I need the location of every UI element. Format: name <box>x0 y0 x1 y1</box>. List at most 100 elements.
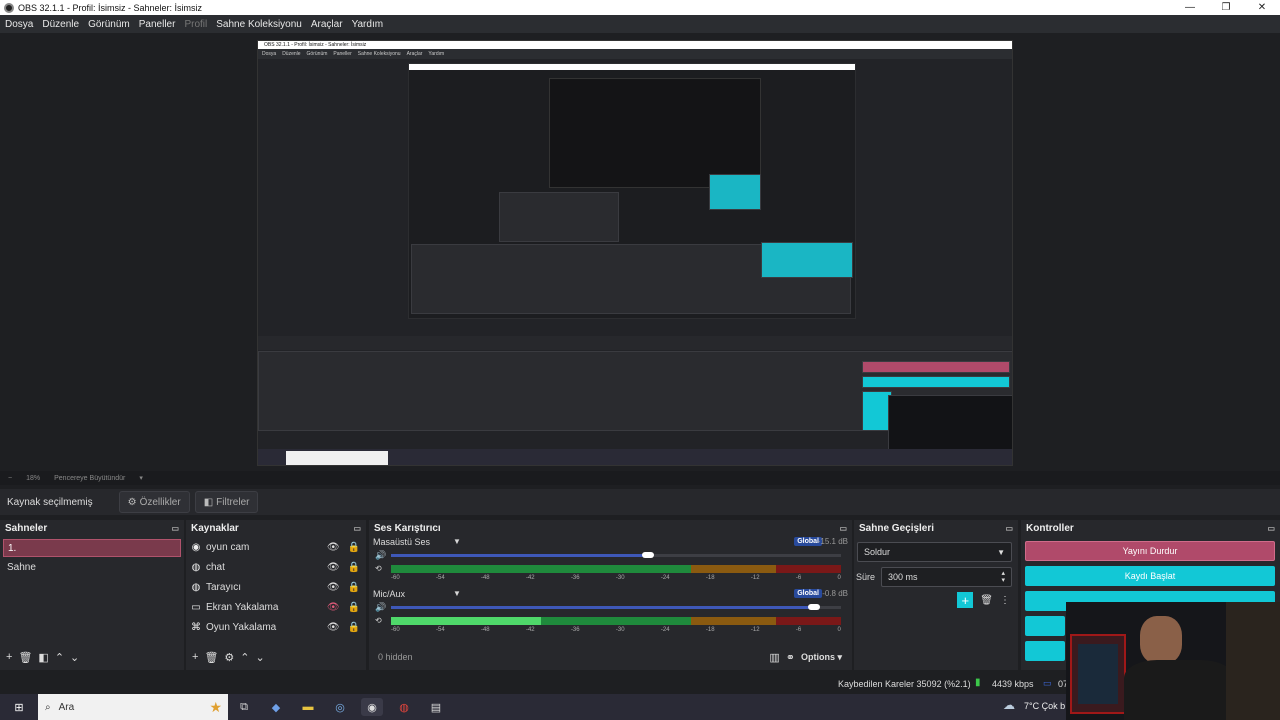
eye-icon[interactable]: 👁 <box>327 582 340 593</box>
meter-tick-label: -36 <box>570 627 580 633</box>
trash-icon[interactable]: 🗑 <box>18 651 32 664</box>
lock-icon[interactable]: 🔒 <box>348 562 360 573</box>
app2-icon[interactable]: ▤ <box>425 698 447 716</box>
filter-icon: ◧ <box>203 496 214 508</box>
nested-preview-image: OBS 32.1.1 - Profil: İsimsiz - Sahneler:… <box>257 40 1013 466</box>
bitrate: 4439 kbps <box>992 679 1034 689</box>
layout-icon[interactable]: ▥ <box>769 651 779 664</box>
eye-icon[interactable]: 👁 <box>327 542 340 553</box>
speaker-icon[interactable]: 🔊 <box>375 602 386 613</box>
meter-tick-label: -24 <box>660 627 670 633</box>
chrome-icon[interactable]: ◍ <box>393 698 415 716</box>
undock-icon[interactable]: ▭ <box>1267 524 1275 533</box>
volume-slider-fill <box>391 606 814 609</box>
meter-tick-label: -60 <box>391 627 400 633</box>
chevron-down-icon[interactable]: ▼ <box>453 589 461 598</box>
filters-button[interactable]: ◧ Filtreler <box>194 491 259 513</box>
weather-text[interactable]: 7°C Çok b <box>1024 701 1065 711</box>
eye-icon[interactable]: 👁 <box>327 602 340 613</box>
menu-help[interactable]: Yardım <box>352 19 384 30</box>
minimize-button[interactable]: — <box>1172 2 1208 13</box>
source-item[interactable]: ◉ oyun cam 👁 🔒 <box>186 537 366 557</box>
source-item[interactable]: ⌘ Oyun Yakalama 👁 🔒 <box>186 617 366 637</box>
lock-icon[interactable]: 🔒 <box>348 602 360 613</box>
windows-start-icon[interactable]: ⊞ <box>8 698 30 716</box>
scene-item[interactable]: Sahne <box>3 559 181 577</box>
undock-icon[interactable]: ▭ <box>1005 524 1013 533</box>
steam-icon[interactable]: ◎ <box>329 698 351 716</box>
weather-icon[interactable]: ☁ <box>1003 698 1015 712</box>
undock-icon[interactable]: ▭ <box>171 524 179 533</box>
transitions-dock: Sahne Geçişleri ▭ Soldur ▼ Süre 300 ms ▴… <box>854 520 1018 670</box>
eye-icon[interactable]: 👁 <box>327 622 340 633</box>
global-badge[interactable]: Global <box>794 589 822 598</box>
source-item[interactable]: ▭ Ekran Yakalama 👁 🔒 <box>186 597 366 617</box>
file-explorer-icon[interactable]: ▬ <box>297 698 319 716</box>
obs-taskbar-icon[interactable]: ◉ <box>361 698 383 716</box>
meter-tick-label: -24 <box>660 575 670 581</box>
volume-slider-handle[interactable] <box>642 552 654 558</box>
close-button[interactable]: ✕ <box>1244 2 1280 13</box>
obs-logo-icon <box>4 2 14 13</box>
move-up-icon[interactable]: ⌃ <box>55 651 64 664</box>
options-button[interactable]: Options ▾ <box>801 652 842 663</box>
source-item[interactable]: ◍ Tarayıcı 👁 🔒 <box>186 577 366 597</box>
zoom-mode[interactable]: Pencereye Büyütündür <box>54 475 125 482</box>
move-down-icon[interactable]: ⌄ <box>70 651 79 664</box>
scene-item[interactable]: 1. <box>3 539 181 557</box>
zoom-level: 18% <box>26 474 41 482</box>
start-recording-button[interactable]: Kaydı Başlat <box>1025 566 1275 586</box>
transition-select[interactable]: Soldur ▼ <box>857 542 1012 562</box>
menu-scene-collection[interactable]: Sahne Koleksiyonu <box>216 19 302 30</box>
chevron-down-icon[interactable]: ▼ <box>453 537 461 546</box>
volume-slider-handle[interactable] <box>808 604 820 610</box>
undock-icon[interactable]: ▭ <box>353 524 361 533</box>
more-icon[interactable]: ⋮ <box>1000 595 1010 606</box>
add-transition-button[interactable]: + <box>957 592 974 608</box>
gear-icon[interactable]: ⚙ <box>224 651 234 664</box>
meter-tick-label: -54 <box>435 575 445 581</box>
move-up-icon[interactable]: ⌃ <box>240 651 249 664</box>
task-view-icon[interactable]: ⧉ <box>233 698 255 716</box>
menu-edit[interactable]: Düzenle <box>42 19 79 30</box>
speaker-icon[interactable]: 🔊 <box>375 550 386 561</box>
studio-mode-button[interactable] <box>1025 616 1065 636</box>
menu-profile[interactable]: Profil <box>184 19 207 30</box>
eye-icon[interactable]: 👁 <box>327 562 340 573</box>
settings-icon[interactable]: ⟲ <box>375 616 382 625</box>
stop-streaming-button[interactable]: Yayını Durdur <box>1025 541 1275 561</box>
undock-icon[interactable]: ▭ <box>839 524 847 533</box>
meter-tick-label: -48 <box>480 627 490 633</box>
meter-tick-label: -6 <box>795 575 802 581</box>
maximize-button[interactable]: ❐ <box>1208 2 1244 13</box>
search-icon: ⌕ <box>45 701 51 713</box>
taskbar-search[interactable]: ⌕ Ara ★ <box>38 694 228 720</box>
zoom-out-icon[interactable]: − <box>8 475 12 482</box>
lock-icon[interactable]: 🔒 <box>348 542 360 553</box>
lock-icon[interactable]: 🔒 <box>348 582 360 593</box>
meter-tick-label: -48 <box>480 575 490 581</box>
menu-view[interactable]: Görünüm <box>88 19 130 30</box>
settings-button[interactable] <box>1025 641 1065 661</box>
lock-icon[interactable]: 🔒 <box>348 622 360 633</box>
mixer-settings-icon[interactable]: ⚭ <box>786 651 795 664</box>
settings-icon[interactable]: ⟲ <box>375 564 382 573</box>
add-icon[interactable]: + <box>6 651 12 663</box>
spin-arrows-icon[interactable]: ▴ ▾ <box>1001 570 1005 584</box>
app-icon[interactable]: ◆ <box>265 698 287 716</box>
scene-filter-icon[interactable]: ◧ <box>38 651 48 664</box>
chevron-down-icon[interactable]: ▾ <box>139 474 143 482</box>
channel-name: Masaüstü Ses <box>373 537 431 547</box>
trash-icon[interactable]: 🗑 <box>204 651 218 664</box>
meter-tick-label: -30 <box>615 627 625 633</box>
trash-icon[interactable]: 🗑 <box>980 595 993 606</box>
duration-spinbox[interactable]: 300 ms ▴ ▾ <box>881 567 1012 587</box>
move-down-icon[interactable]: ⌄ <box>256 651 265 664</box>
menu-file[interactable]: Dosya <box>5 19 33 30</box>
source-item[interactable]: ◍ chat 👁 🔒 <box>186 557 366 577</box>
properties-button[interactable]: ⚙ Özellikler <box>118 491 190 513</box>
meter-tick-label: -12 <box>750 627 760 633</box>
menu-tools[interactable]: Araçlar <box>311 19 343 30</box>
add-icon[interactable]: + <box>192 651 198 663</box>
menu-docks[interactable]: Paneller <box>139 19 176 30</box>
